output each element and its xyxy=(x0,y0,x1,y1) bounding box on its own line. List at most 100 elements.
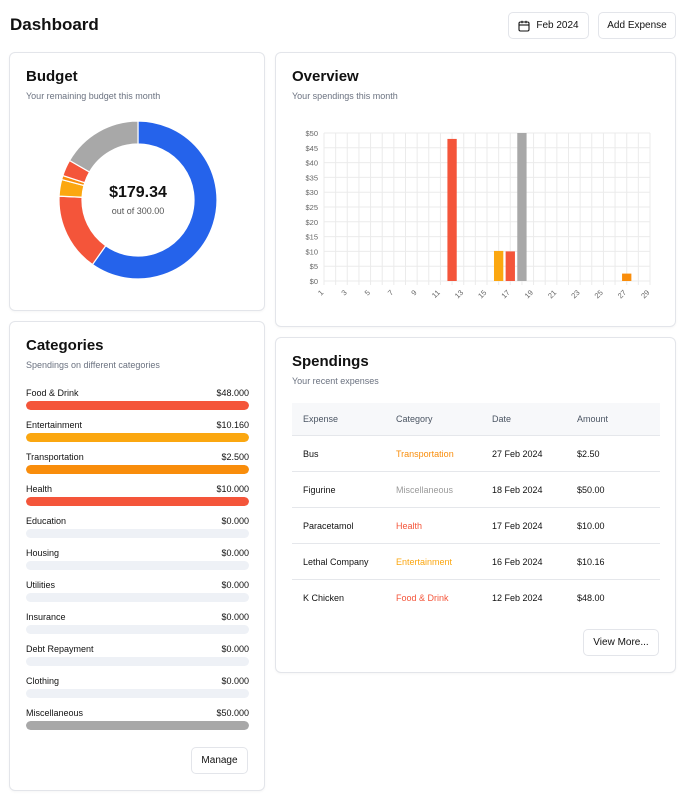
category-progress-track xyxy=(26,529,249,538)
category-row: Housing $0.000 xyxy=(26,548,249,580)
expense-name: Figurine xyxy=(303,484,336,495)
category-progress-track xyxy=(26,465,249,474)
budget-subtitle: Your remaining budget this month xyxy=(26,91,161,101)
category-row: Food & Drink $48.000 xyxy=(26,388,249,420)
category-row: Clothing $0.000 xyxy=(26,676,249,708)
category-amount: $0.000 xyxy=(221,676,249,686)
category-progress-track xyxy=(26,561,249,570)
expense-name: Lethal Company xyxy=(303,556,369,567)
column-header-date: Date xyxy=(492,414,512,424)
y-tick-label: $5 xyxy=(310,262,318,271)
category-name: Transportation xyxy=(26,452,84,462)
category-name: Health xyxy=(26,484,53,494)
category-progress-track xyxy=(26,721,249,730)
x-tick-label: 11 xyxy=(430,288,442,300)
budget-total: out of 300.00 xyxy=(111,206,165,216)
expense-category: Transportation xyxy=(396,448,454,459)
expense-date: 16 Feb 2024 xyxy=(492,556,543,567)
y-tick-label: $50 xyxy=(305,129,318,138)
category-name: Utilities xyxy=(26,580,56,590)
category-name: Clothing xyxy=(26,676,60,686)
budget-donut-chart: $179.34 out of 300.00 xyxy=(58,120,218,280)
category-row: Debt Repayment $0.000 xyxy=(26,644,249,676)
expense-amount: $2.50 xyxy=(577,448,600,459)
x-tick-label: 3 xyxy=(339,288,348,297)
expense-amount: $48.00 xyxy=(577,593,605,603)
expense-amount: $50.00 xyxy=(577,484,605,495)
y-tick-label: $40 xyxy=(305,159,318,168)
column-header-category: Category xyxy=(396,414,433,424)
column-header-amount: Amount xyxy=(577,414,609,424)
expense-date: 17 Feb 2024 xyxy=(492,520,543,531)
expense-name: Paracetamol xyxy=(303,520,354,531)
category-progress-track xyxy=(26,657,249,666)
calendar-icon xyxy=(518,20,530,32)
x-tick-label: 7 xyxy=(386,288,395,297)
category-progress-fill xyxy=(26,465,249,474)
category-row: Entertainment $10.160 xyxy=(26,420,249,452)
categories-title: Categories xyxy=(26,337,104,354)
expense-category: Health xyxy=(396,520,423,531)
category-amount: $2.500 xyxy=(221,452,249,462)
top-bar: Dashboard Feb 2024 Add Expense xyxy=(0,0,685,52)
expense-amount: $10.00 xyxy=(577,520,605,531)
expense-category: Miscellaneous xyxy=(396,484,454,495)
chart-bar xyxy=(622,273,632,281)
overview-title: Overview xyxy=(292,68,359,85)
expense-category: Entertainment xyxy=(396,556,453,567)
overview-subtitle: Your spendings this month xyxy=(292,91,398,101)
y-tick-label: $10 xyxy=(305,247,318,256)
x-tick-label: 27 xyxy=(616,288,628,300)
y-tick-label: $20 xyxy=(305,218,318,227)
x-tick-label: 29 xyxy=(639,288,651,300)
category-amount: $10.000 xyxy=(216,484,249,494)
category-name: Debt Repayment xyxy=(26,644,94,654)
category-name: Food & Drink xyxy=(26,388,79,398)
category-progress-fill xyxy=(26,401,249,410)
table-row[interactable]: Bus Transportation 27 Feb 2024 $2.50 xyxy=(292,436,660,472)
category-row: Health $10.000 xyxy=(26,484,249,516)
expense-amount: $10.16 xyxy=(577,556,605,567)
y-tick-label: $45 xyxy=(305,144,318,153)
expense-date: 12 Feb 2024 xyxy=(492,593,543,603)
add-expense-button[interactable]: Add Expense xyxy=(598,12,676,39)
category-row: Utilities $0.000 xyxy=(26,580,249,612)
x-tick-label: 9 xyxy=(409,288,418,297)
category-list: Food & Drink $48.000 Entertainment $10.160 T… xyxy=(26,388,249,740)
category-progress-track xyxy=(26,401,249,410)
category-name: Entertainment xyxy=(26,420,83,430)
y-tick-label: $25 xyxy=(305,203,318,212)
category-amount: $0.000 xyxy=(221,516,249,526)
x-tick-label: 17 xyxy=(499,288,511,300)
chart-bar xyxy=(505,251,515,281)
category-row: Miscellaneous $50.000 xyxy=(26,708,249,740)
category-progress-track xyxy=(26,433,249,442)
x-tick-label: 21 xyxy=(546,288,558,300)
month-picker-button[interactable]: Feb 2024 xyxy=(508,12,589,39)
category-row: Transportation $2.500 xyxy=(26,452,249,484)
spendings-card: Spendings Your recent expenses Expense C… xyxy=(275,337,676,673)
table-row[interactable]: Figurine Miscellaneous 18 Feb 2024 $50.00 xyxy=(292,472,660,508)
table-body: Bus Transportation 27 Feb 2024 $2.50 Figurin… xyxy=(292,436,660,616)
expense-name: K Chicken xyxy=(303,593,345,603)
view-more-button[interactable]: View More... xyxy=(583,629,659,656)
category-progress-fill xyxy=(26,433,249,442)
table-row[interactable]: Lethal Company Entertainment 16 Feb 2024 $1… xyxy=(292,544,660,580)
chart-bar xyxy=(493,250,504,281)
spendings-title: Spendings xyxy=(292,353,369,370)
table-row[interactable]: K Chicken Food & Drink 12 Feb 2024 $48.00 xyxy=(292,580,660,616)
chart-bar xyxy=(447,138,457,281)
category-amount: $0.000 xyxy=(221,644,249,654)
category-progress-fill xyxy=(26,721,249,730)
category-progress-track xyxy=(26,625,249,634)
x-tick-label: 1 xyxy=(316,288,325,297)
category-amount: $0.000 xyxy=(221,612,249,622)
table-row[interactable]: Paracetamol Health 17 Feb 2024 $10.00 xyxy=(292,508,660,544)
table-header: Expense Category Date Amount xyxy=(292,403,660,436)
budget-title: Budget xyxy=(26,68,78,85)
manage-button[interactable]: Manage xyxy=(191,747,248,774)
category-amount: $0.000 xyxy=(221,580,249,590)
overview-bar-chart: $0$5$10$15$20$25$30$35$40$45$501 3 5 7 9 11 13… xyxy=(305,129,651,300)
category-progress-fill xyxy=(26,497,249,506)
category-name: Housing xyxy=(26,548,60,558)
